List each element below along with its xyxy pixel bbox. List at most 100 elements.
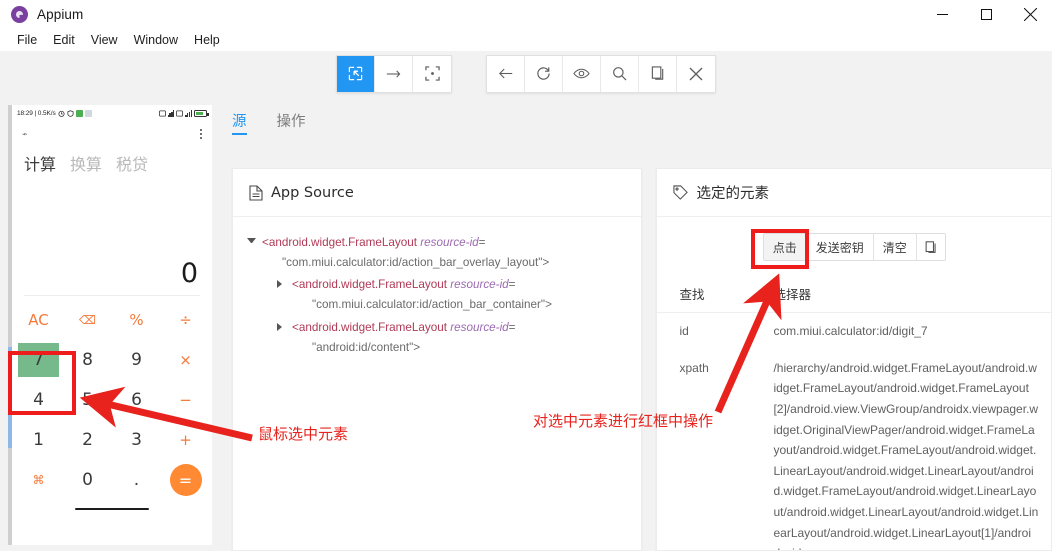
sim2-icon — [176, 109, 184, 117]
work-area: 源 操作 App Source <android.widget.FrameLay… — [220, 96, 1052, 551]
overflow-menu-icon[interactable] — [200, 129, 202, 139]
cell-find-xpath: xpath — [679, 360, 709, 375]
key-3[interactable]: 3 — [112, 420, 161, 460]
copy-icon[interactable] — [639, 55, 677, 92]
refresh-icon[interactable] — [525, 55, 563, 92]
copy-icon[interactable] — [916, 234, 945, 260]
key-8[interactable]: 8 — [63, 340, 112, 380]
chevron-right-icon[interactable] — [277, 322, 286, 331]
key-divide[interactable]: ÷ — [161, 300, 210, 340]
tree-node-tag: <android.widget.FrameLayout — [292, 278, 447, 292]
selector-table-head: 查找 选择器 — [657, 277, 1051, 313]
chevron-right-icon[interactable] — [277, 280, 286, 289]
app-source-title: App Source — [271, 184, 354, 201]
element-actions-row: 点击 发送密钥 清空 — [657, 217, 1051, 277]
table-row[interactable]: id com.miui.calculator:id/digit_7 — [657, 313, 1051, 350]
clear-button[interactable]: 清空 — [873, 234, 917, 260]
menu-window[interactable]: Window — [126, 31, 186, 49]
selected-element-header: 选定的元素 — [657, 169, 1051, 217]
document-icon — [249, 184, 263, 201]
keypad-row: 1 2 3 + — [14, 420, 210, 460]
col-header-find: 查找 — [657, 277, 758, 313]
close-icon[interactable] — [1008, 0, 1052, 29]
menu-file[interactable]: File — [9, 31, 45, 49]
status-right-icons — [158, 109, 209, 117]
tree-node[interactable]: <android.widget.FrameLayout resource-id=… — [247, 318, 631, 358]
key-6[interactable]: 6 — [112, 380, 161, 420]
menu-view[interactable]: View — [83, 31, 126, 49]
tab-actions[interactable]: 操作 — [277, 96, 306, 144]
tree-node-eq: = — [478, 236, 486, 249]
history-icon[interactable]: ⌁ — [21, 128, 28, 140]
tree-node-text: <android.widget.FrameLayout resource-id=… — [262, 233, 549, 273]
eye-icon[interactable] — [563, 55, 601, 92]
table-row[interactable]: xpath /hierarchy/android.widget.FrameLay… — [657, 350, 1051, 550]
annotation-select-element: 鼠标选中元素 — [258, 425, 349, 443]
tree-node-tag: <android.widget.FrameLayout — [262, 236, 417, 249]
maximize-icon[interactable] — [964, 0, 1008, 29]
back-icon[interactable] — [487, 55, 525, 92]
calculator-keypad: AC ⌫ % ÷ 7 8 9 × 4 5 6 − 1 2 3 + ⌘ 0 . = — [12, 296, 212, 500]
signal2-icon — [185, 110, 192, 117]
device-tab-convert[interactable]: 换算 — [70, 151, 102, 175]
tree-node-eq: = — [508, 320, 516, 334]
key-ac[interactable]: AC — [14, 300, 63, 340]
xml-source-tree[interactable]: <android.widget.FrameLayout resource-id=… — [233, 217, 641, 358]
tree-node-tag: <android.widget.FrameLayout — [292, 320, 447, 334]
tree-node-attr: resource-id — [420, 236, 479, 249]
menu-edit[interactable]: Edit — [45, 31, 83, 49]
keypad-row: 4 5 6 − — [14, 380, 210, 420]
swipe-icon[interactable] — [375, 55, 413, 92]
tree-node-value: "com.miui.calculator:id/action_bar_overl… — [282, 256, 550, 270]
key-scientific[interactable]: ⌘ — [14, 460, 63, 500]
key-4[interactable]: 4 — [14, 380, 63, 420]
chevron-down-icon[interactable] — [247, 238, 256, 243]
menu-help[interactable]: Help — [186, 31, 228, 49]
device-screen-mirror[interactable]: 18:29 | 0.5K/s ⌁ 计算 换算 税贷 0 AC ⌫ % ÷ 7 8… — [12, 105, 212, 545]
annotation-action-redbox: 对选中元素进行红框中操作 — [533, 412, 714, 430]
key-9[interactable]: 9 — [112, 340, 161, 380]
key-minus[interactable]: − — [161, 380, 210, 420]
device-tabs: 计算 换算 税贷 — [12, 147, 212, 175]
green-badge-icon — [75, 109, 83, 117]
key-1[interactable]: 1 — [14, 420, 63, 460]
search-icon[interactable] — [601, 55, 639, 92]
appium-logo-icon — [11, 6, 28, 23]
tap-button[interactable]: 点击 — [763, 234, 807, 260]
window-controls — [920, 0, 1052, 29]
cell-find-id: id — [679, 324, 689, 338]
key-percent[interactable]: % — [112, 300, 161, 340]
tree-node-text: <android.widget.FrameLayout resource-id=… — [292, 275, 552, 315]
tree-node[interactable]: <android.widget.FrameLayout resource-id=… — [247, 275, 631, 315]
key-7[interactable]: 7 — [14, 340, 63, 380]
signal1-icon — [167, 110, 175, 117]
minimize-icon[interactable] — [920, 0, 964, 29]
tree-node-attr: resource-id — [450, 320, 509, 334]
tap-icon[interactable] — [413, 55, 451, 92]
key-equals[interactable]: = — [161, 460, 210, 500]
key-5[interactable]: 5 — [63, 380, 112, 420]
toolbar-group-modes — [336, 54, 452, 93]
key-multiply[interactable]: × — [161, 340, 210, 380]
selected-element-title: 选定的元素 — [696, 186, 769, 202]
app-source-panel: App Source <android.widget.FrameLayout r… — [232, 168, 643, 551]
selector-table-body: id com.miui.calculator:id/digit_7 xpath … — [657, 313, 1051, 550]
close-session-icon[interactable] — [677, 55, 715, 92]
send-keys-button[interactable]: 发送密钥 — [806, 234, 874, 260]
key-plus[interactable]: + — [161, 420, 210, 460]
tree-node-eq: = — [508, 278, 516, 292]
key-equals-label: = — [169, 464, 202, 496]
selected-element-panel: 选定的元素 点击 发送密钥 清空 查找 选择器 id com.miui.calc… — [656, 168, 1052, 551]
key-0[interactable]: 0 — [63, 460, 112, 500]
key-dot[interactable]: . — [112, 460, 161, 500]
device-tab-loan[interactable]: 税贷 — [116, 151, 148, 175]
tab-source[interactable]: 源 — [232, 96, 247, 144]
select-element-icon[interactable] — [337, 55, 375, 92]
key-backspace[interactable]: ⌫ — [63, 300, 112, 340]
device-tab-calc[interactable]: 计算 — [24, 151, 56, 175]
workspace-tabs: 源 操作 — [220, 96, 1052, 144]
keypad-row: ⌘ 0 . = — [14, 460, 210, 500]
alarm-icon — [58, 110, 65, 117]
key-2[interactable]: 2 — [63, 420, 112, 460]
tree-node[interactable]: <android.widget.FrameLayout resource-id=… — [247, 233, 631, 273]
